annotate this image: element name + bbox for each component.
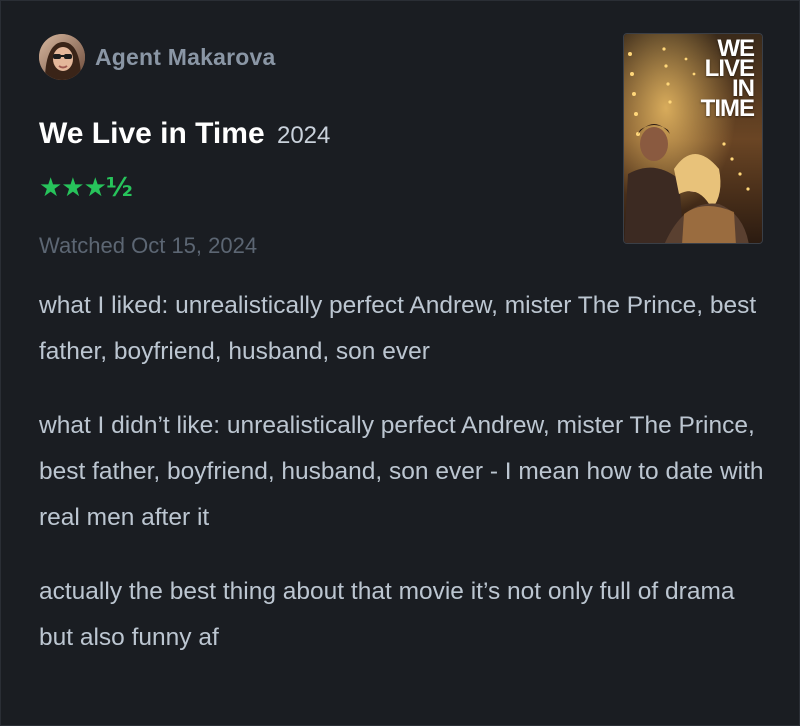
avatar-image xyxy=(39,34,85,80)
film-title[interactable]: We Live in Time xyxy=(39,117,265,150)
film-poster[interactable]: WE LIVE IN TIME xyxy=(623,33,763,244)
poster-title: WE LIVE IN TIME xyxy=(700,35,755,122)
review-body: what I liked: unrealistically perfect An… xyxy=(39,283,769,689)
avatar[interactable] xyxy=(39,34,85,80)
review-card: Agent Makarova We Live in Time 2024 ★★★½… xyxy=(0,0,800,726)
review-paragraph: actually the best thing about that movie… xyxy=(39,578,735,651)
film-title-line[interactable]: We Live in Time 2024 xyxy=(39,117,330,151)
review-paragraph: what I liked: unrealistically perfect An… xyxy=(39,292,757,365)
watched-date: Watched Oct 15, 2024 xyxy=(39,233,258,258)
review-paragraph: what I didn’t like: unrealistically perf… xyxy=(39,412,764,531)
author-name[interactable]: Agent Makarova xyxy=(95,44,275,71)
author-header[interactable]: Agent Makarova xyxy=(39,34,275,80)
star-rating: ★★★½ xyxy=(39,173,133,203)
film-year[interactable]: 2024 xyxy=(277,122,330,149)
